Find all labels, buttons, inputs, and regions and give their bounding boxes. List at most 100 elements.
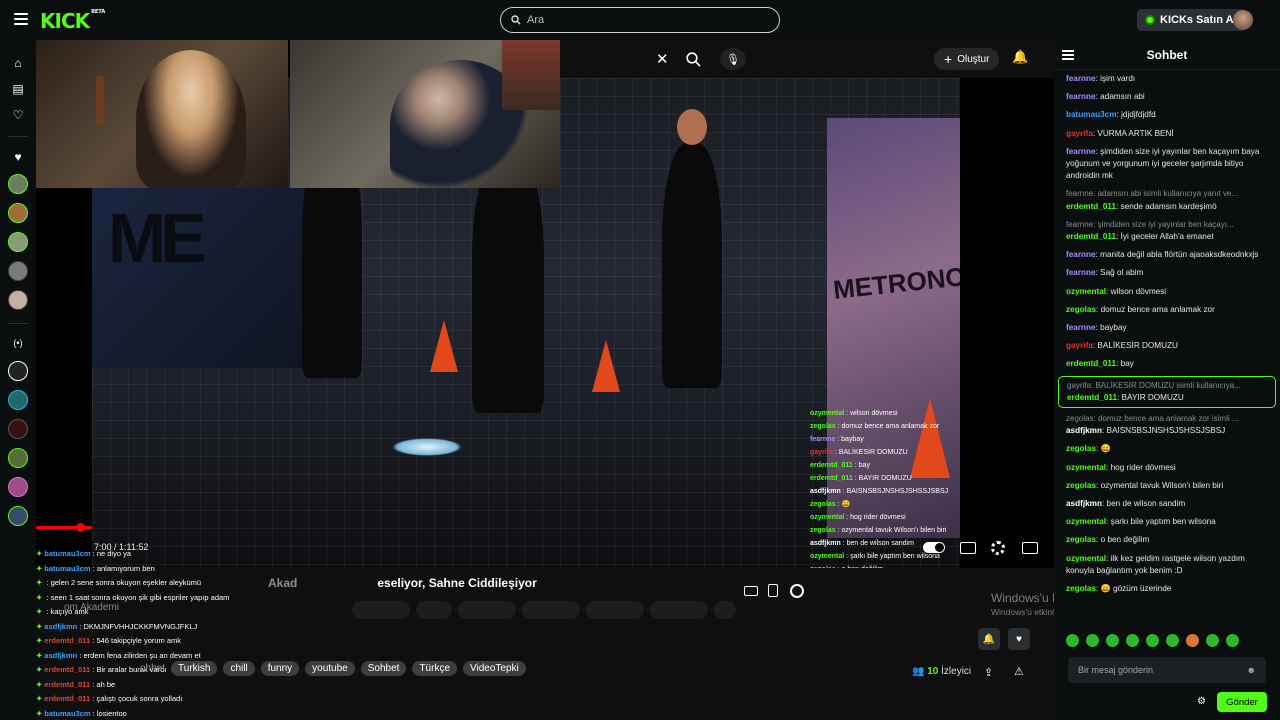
channel-avatar[interactable] [8,477,28,497]
menu-icon[interactable] [14,13,28,25]
chat-message: gayrifa: BALİKESİR DOMUZU isimli kullanı… [1058,375,1276,409]
chat-username[interactable]: zegolas [1066,305,1096,314]
emote-icon[interactable] [1106,634,1119,647]
share-icon[interactable] [790,584,804,598]
like-button[interactable] [352,601,410,619]
chat-username[interactable]: erdemtd_011 [1066,359,1116,368]
channel-avatar[interactable] [8,261,28,281]
reply-reference: fearnne: şimdiden size iyi yayınlar ben … [1066,219,1234,229]
favorites-heart-icon[interactable]: ♥ [9,148,27,166]
thanks-button[interactable] [650,601,708,619]
chat-username[interactable]: ozymental [1066,287,1106,296]
overlay-chat-username: asdfjkmn [44,650,78,660]
dislike-button[interactable] [416,601,452,619]
chat-username[interactable]: zegolas [1066,444,1096,453]
channel-avatar[interactable] [8,506,28,526]
emote-icon[interactable] [1186,634,1199,647]
channel-avatar[interactable] [8,419,28,439]
chat-username[interactable]: ozymental [1066,463,1106,472]
chat-message: zegolas: o ben değilim [1058,531,1276,549]
chat-username[interactable]: asdfjkmn [1066,426,1102,435]
notifications-bell-button[interactable]: 🔔 [978,628,1000,650]
chat-username[interactable]: fearnne [1066,250,1096,259]
video-chat-username: zegolas [810,423,836,430]
chat-username[interactable]: asdfjkmn [1066,499,1102,508]
emote-icon[interactable] [1206,634,1219,647]
channel-avatar[interactable] [8,174,28,194]
subtitles-icon[interactable] [960,542,976,554]
emote-icon[interactable] [1166,634,1179,647]
user-avatar[interactable] [1233,10,1253,30]
overlay-chat-row: ✦ : gelen 2 sene sonra okuyon eşekler al… [36,576,266,591]
microphone-icon[interactable]: 🎙 [720,48,746,70]
more-button[interactable] [714,601,736,619]
tag[interactable]: Sohbet [360,661,407,676]
emote-icon[interactable] [1226,634,1239,647]
channel-avatar[interactable] [8,361,28,381]
autoplay-toggle[interactable] [923,542,945,553]
send-button[interactable]: Gönder [1217,692,1267,712]
tag[interactable]: VideoTepki [463,661,526,676]
chat-username[interactable]: fearnne [1066,147,1096,156]
search-input[interactable]: Ara [500,7,780,33]
channel-avatar[interactable] [8,390,28,410]
chat-username[interactable]: gayrifa [1066,129,1093,138]
theater-mode-icon[interactable] [1022,542,1038,554]
share-icon[interactable]: ⇪ [984,666,993,679]
tag[interactable]: Turkish [171,661,218,676]
video-chat-text: BAISNSBSJNSHSJSHSSJSBSJ [846,488,949,495]
share-button[interactable] [458,601,516,619]
home-icon[interactable]: ⌂ [9,54,27,72]
chat-username[interactable]: fearnne [1066,268,1096,277]
search-icon[interactable] [686,52,701,67]
tag[interactable]: Türkçe [412,661,458,676]
chat-username[interactable]: fearnne [1066,74,1096,83]
overlay-chat-row: ✦ erdemtd_011 : ah be [36,678,266,693]
live-broadcast-icon[interactable]: (•) [9,334,27,352]
buy-kicks-button[interactable]: KICKs Satın Al [1137,9,1245,31]
tag[interactable]: youtube [305,661,355,676]
emote-icon[interactable] [1086,634,1099,647]
chat-username[interactable]: fearnne [1066,323,1096,332]
chat-username[interactable]: batumau3cm [1066,110,1117,119]
report-warning-icon[interactable]: ⚠ [1014,665,1024,678]
emoji-picker-icon[interactable]: ☻ [1247,665,1256,675]
download-icon[interactable] [768,584,778,597]
browse-icon[interactable]: ▤ [9,80,27,98]
chat-username[interactable]: zegolas [1066,584,1096,593]
clip-button[interactable] [586,601,644,619]
tag[interactable]: chill [223,661,255,676]
emote-icon[interactable] [1066,634,1079,647]
kick-logo[interactable]: KICK BETA [40,9,105,33]
chat-username[interactable]: gayrifa [1066,341,1093,350]
create-button[interactable]: + Oluştur [934,48,1000,70]
emote-icon[interactable] [1146,634,1159,647]
channel-avatar[interactable] [8,448,28,468]
close-icon[interactable]: ✕ [656,50,669,68]
notification-bell-icon[interactable]: 🔔 [1012,49,1028,65]
cc-icon[interactable] [744,586,758,596]
tag[interactable]: funny [260,661,300,676]
video-progress-knob[interactable] [76,523,85,532]
chat-username[interactable]: erdemtd_011 [1066,232,1116,241]
chat-username[interactable]: ozymental [1066,554,1106,563]
following-icon[interactable]: ♡ [9,106,27,124]
chat-input[interactable]: Bir mesaj gönderin ☻ [1068,657,1266,683]
stream-player[interactable]: ✕ 🎙 + Oluştur 🔔 ME METRONO ozymental : wi… [36,40,1054,720]
channel-avatar[interactable] [8,203,28,223]
save-button[interactable] [522,601,580,619]
chat-username[interactable]: zegolas [1066,535,1096,544]
collapse-chat-icon[interactable] [1062,50,1074,60]
follow-heart-button[interactable]: ♥ [1008,628,1030,650]
chat-settings-icon[interactable]: ⚙ [1197,696,1206,707]
emote-icon[interactable] [1126,634,1139,647]
chat-username[interactable]: ozymental [1066,517,1106,526]
chat-username[interactable]: fearnne [1066,92,1096,101]
channel-avatar[interactable] [8,290,28,310]
channel-avatar[interactable] [8,232,28,252]
chat-username[interactable]: erdemtd_011 [1067,393,1117,402]
chat-username[interactable]: erdemtd_011 [1066,202,1116,211]
chat-username[interactable]: zegolas [1066,481,1096,490]
chat-text: domuz bence ama anlamak zor [1100,304,1215,314]
settings-icon[interactable] [991,541,1005,555]
